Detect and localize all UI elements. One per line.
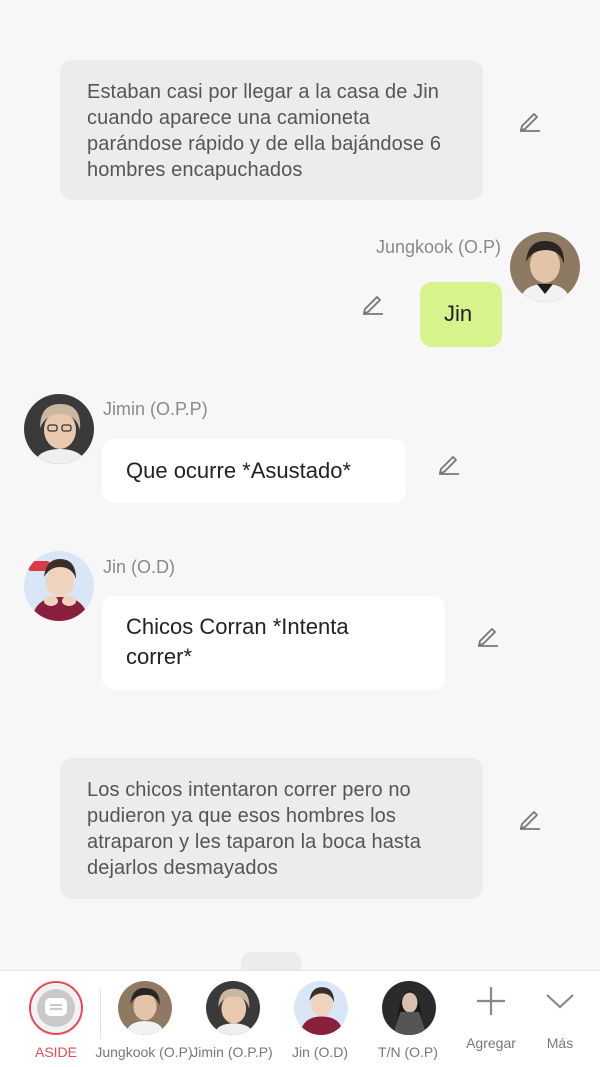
character-jimin[interactable]: Jimin (O.P.P) xyxy=(188,971,276,1067)
avatar[interactable] xyxy=(24,551,94,621)
message-bubble[interactable]: Chicos Corran *Intenta correr* xyxy=(102,596,445,690)
plus-icon xyxy=(475,985,507,1017)
more-button[interactable]: Más xyxy=(516,971,600,1067)
pencil-icon[interactable] xyxy=(436,450,462,476)
character-label: Jungkook (O.P) xyxy=(95,1044,193,1060)
character-label: Jimin (O.P.P) xyxy=(191,1044,273,1060)
narration-box[interactable]: Los chicos intentaron correr pero no pud… xyxy=(60,758,483,899)
speech-box-icon xyxy=(45,998,67,1016)
avatar xyxy=(382,981,436,1035)
character-tn[interactable]: T/N (O.P) xyxy=(364,971,452,1067)
character-label: Jin (O.D) xyxy=(292,1044,348,1060)
avatar[interactable] xyxy=(510,232,580,302)
avatar[interactable] xyxy=(24,394,94,464)
avatar xyxy=(118,981,172,1035)
character-bar: ASIDE Jungkook (O.P) Jimin (O.P.P) Jin (… xyxy=(0,970,600,1067)
pencil-icon[interactable] xyxy=(517,805,543,831)
message-bubble[interactable]: Jin xyxy=(420,282,502,347)
aside-button[interactable]: ASIDE xyxy=(12,971,100,1067)
character-jin[interactable]: Jin (O.D) xyxy=(276,971,364,1067)
speaker-name: Jimin (O.P.P) xyxy=(103,399,208,419)
pencil-icon[interactable] xyxy=(475,622,501,648)
narration-box[interactable]: Estaban casi por llegar a la casa de Jin… xyxy=(60,60,483,200)
aside-label: ASIDE xyxy=(34,1044,77,1060)
avatar xyxy=(206,981,260,1035)
character-jungkook[interactable]: Jungkook (O.P) xyxy=(95,971,193,1067)
chevron-down-icon xyxy=(544,991,576,1011)
aside-ring xyxy=(29,981,83,1035)
avatar xyxy=(294,981,348,1035)
more-label: Más xyxy=(546,1035,574,1051)
pencil-icon[interactable] xyxy=(360,290,386,316)
message-bubble[interactable]: Que ocurre *Asustado* xyxy=(102,439,406,503)
speaker-name: Jungkook (O.P) xyxy=(375,237,501,257)
pencil-icon[interactable] xyxy=(517,107,543,133)
speaker-name: Jin (O.D) xyxy=(103,557,175,577)
chat-screen: Estaban casi por llegar a la casa de Jin… xyxy=(0,0,600,1067)
